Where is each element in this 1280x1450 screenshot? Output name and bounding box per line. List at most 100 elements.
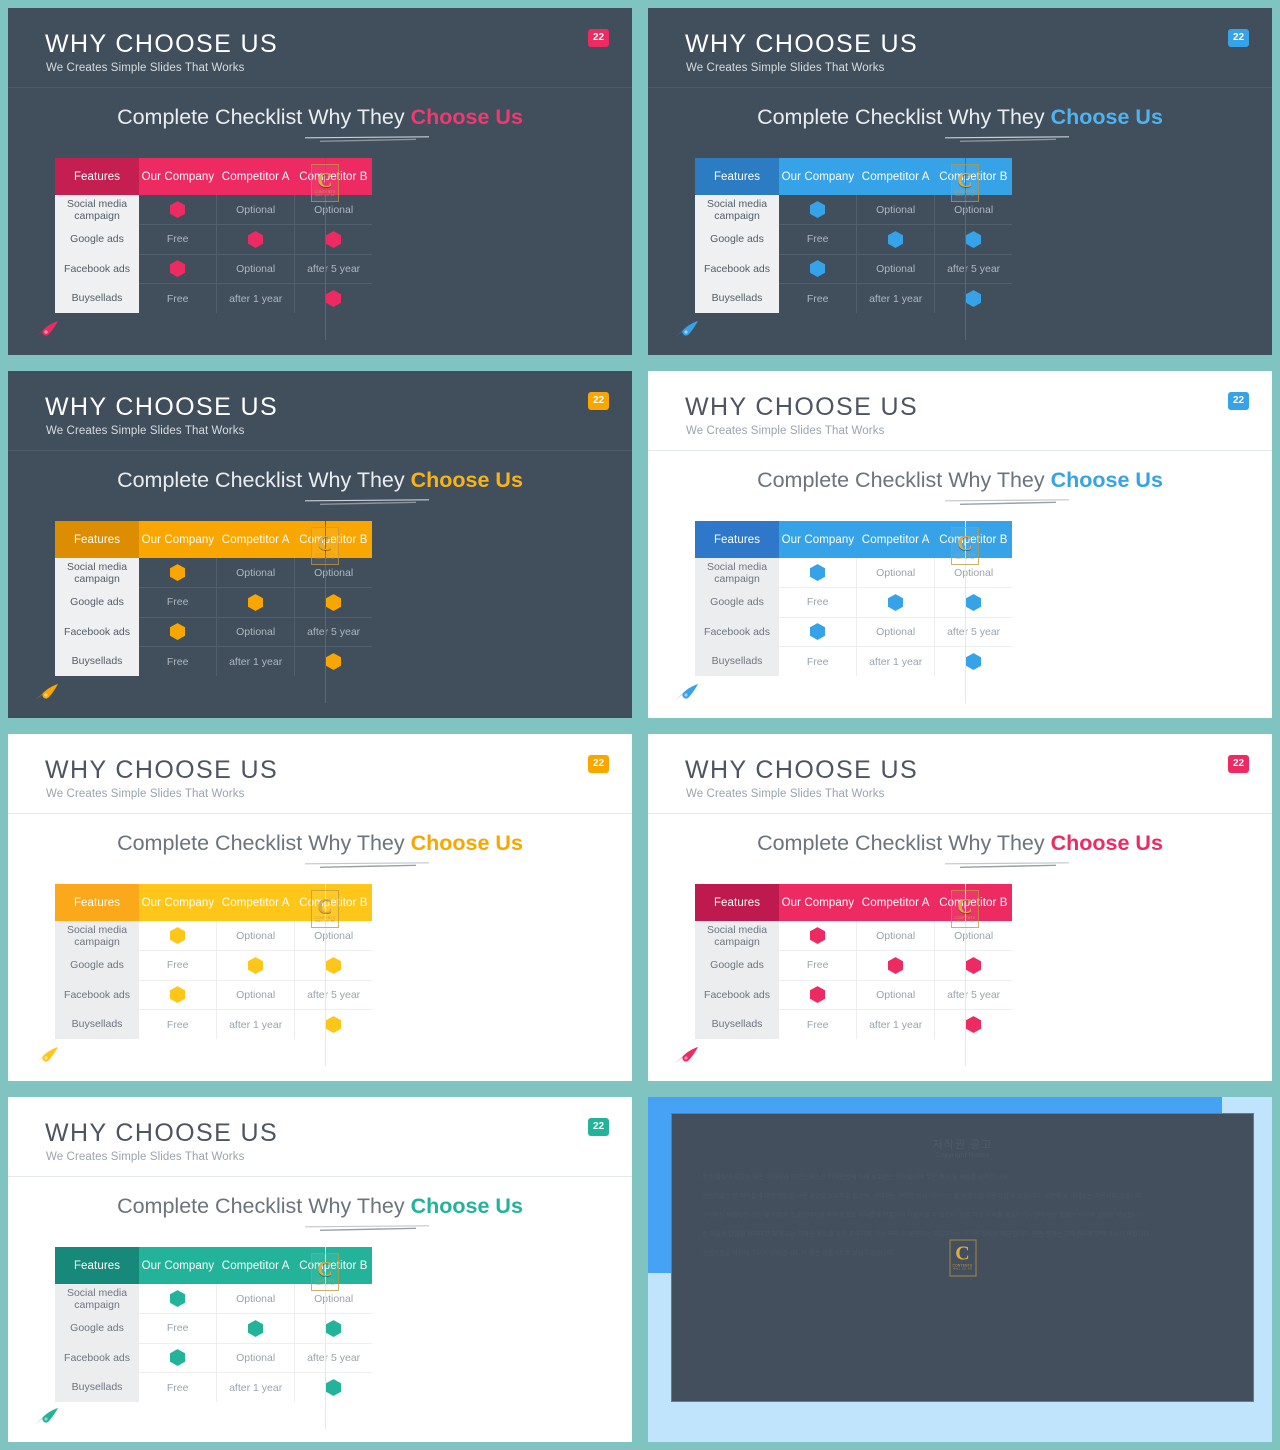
table-header-our-company: Our Company xyxy=(779,884,857,921)
hexagon-check-icon xyxy=(326,956,342,974)
table-header-competitor-b: Competitor B xyxy=(934,158,1013,195)
slide-header: WHY CHOOSE US We Creates Simple Slides Th… xyxy=(8,371,632,451)
table-cell xyxy=(139,558,218,588)
table-header-competitor-b: Competitor B xyxy=(934,884,1013,921)
section-title-accent: Choose Us xyxy=(410,468,523,492)
column-guide-line xyxy=(325,521,326,703)
section-title-accent: Choose Us xyxy=(1050,105,1163,129)
table-cell xyxy=(139,253,218,284)
page-title: WHY CHOOSE US xyxy=(685,30,919,58)
hexagon-check-icon xyxy=(170,1349,186,1367)
copyright-watermark-logo: C CONTENTS MALL .CO .KR xyxy=(949,1239,976,1276)
table-cell xyxy=(294,1372,373,1402)
table-header-our-company: Our Company xyxy=(139,521,217,558)
thumbnail-cell[interactable]: WHY CHOOSE US We Creates Simple Slides Th… xyxy=(0,1089,640,1450)
table-header-features: Features xyxy=(55,1247,140,1284)
table-cell xyxy=(934,950,1013,980)
thumbnail-cell-copyright[interactable]: 저작권 공고 Copyright Notice 본 템플릿에 포함된 모든 이미지와… xyxy=(640,1089,1280,1450)
section-title-underline xyxy=(944,856,1070,868)
slide-pink-dark[interactable]: WHY CHOOSE US We Creates Simple Slides Th… xyxy=(8,8,632,355)
section-title-plain: Complete Checklist Why They xyxy=(757,468,1051,492)
section-title-underline xyxy=(304,856,430,868)
thumbnail-cell[interactable]: WHY CHOOSE US We Creates Simple Slides Th… xyxy=(0,726,640,1089)
column-guide-line xyxy=(325,884,326,1066)
watermark-line2: MALL .CO .KR xyxy=(953,1267,972,1271)
page-title: WHY CHOOSE US xyxy=(45,1119,279,1147)
thumbnail-cell[interactable]: WHY CHOOSE US We Creates Simple Slides Th… xyxy=(640,726,1280,1089)
section-title: Complete Checklist Why They Choose Us xyxy=(8,105,632,130)
section-title-plain: Complete Checklist Why They xyxy=(117,831,411,855)
table-cell: Optional xyxy=(216,616,295,647)
table-cell-feature: Google ads xyxy=(695,587,780,617)
brush-underline-icon xyxy=(305,136,429,142)
section-title-underline xyxy=(304,130,430,142)
table-header-competitor-a: Competitor A xyxy=(856,158,935,195)
table-cell xyxy=(216,587,295,617)
table-cell-feature: Facebook ads xyxy=(55,1343,140,1373)
hexagon-check-icon xyxy=(326,290,342,307)
table-cell: after 5 year xyxy=(934,979,1013,1010)
table-cell: after 5 year xyxy=(934,253,1013,284)
table-header-features: Features xyxy=(695,521,780,558)
table-cell-feature: Facebook ads xyxy=(695,617,780,647)
slide-teal-light[interactable]: WHY CHOOSE US We Creates Simple Slides Th… xyxy=(8,1097,632,1442)
hexagon-check-icon xyxy=(248,1319,264,1337)
hexagon-check-icon xyxy=(810,564,826,581)
pen-nib-decoration xyxy=(32,682,60,702)
table-cell xyxy=(294,950,373,980)
table-cell-feature: Buysellads xyxy=(55,283,140,313)
table-cell xyxy=(139,921,218,951)
table-cell: Free xyxy=(779,1009,858,1039)
thumbnail-cell[interactable]: WHY CHOOSE US We Creates Simple Slides Th… xyxy=(640,0,1280,363)
table-cell: Free xyxy=(779,646,858,676)
hexagon-check-icon xyxy=(966,290,982,307)
hexagon-check-icon xyxy=(248,593,264,611)
copyright-paragraph: 본 템플릿에 포함된 모든 이미지와 디자인 요소는 저작권법에 의해 보호받는… xyxy=(702,1174,1009,1181)
table-cell: Optional xyxy=(314,929,354,942)
table-cell xyxy=(294,224,373,254)
brush-underline-icon xyxy=(945,499,1069,505)
section-title: Complete Checklist Why They Choose Us xyxy=(648,831,1272,856)
section-title: Complete Checklist Why They Choose Us xyxy=(8,831,632,856)
hexagon-check-icon xyxy=(810,927,826,944)
pen-nib-decoration xyxy=(672,1045,700,1065)
hexagon-check-icon xyxy=(326,593,342,611)
table-cell-feature: Buysellads xyxy=(695,646,780,676)
slide-blue-dark[interactable]: WHY CHOOSE US We Creates Simple Slides Th… xyxy=(648,8,1272,355)
hexagon-check-icon xyxy=(170,564,186,581)
table-cell xyxy=(139,1342,218,1373)
thumbnail-cell[interactable]: WHY CHOOSE US We Creates Simple Slides Th… xyxy=(0,363,640,726)
table-cell: after 1 year xyxy=(216,646,295,676)
slide-blue-light[interactable]: WHY CHOOSE US We Creates Simple Slides Th… xyxy=(648,371,1272,718)
slide-yellow-light[interactable]: WHY CHOOSE US We Creates Simple Slides Th… xyxy=(8,734,632,1081)
thumbnail-cell[interactable]: WHY CHOOSE US We Creates Simple Slides Th… xyxy=(0,0,640,363)
table-cell-feature: Buysellads xyxy=(55,646,140,676)
table-cell: Free xyxy=(139,1372,218,1402)
copyright-subtitle: Copyright Notice xyxy=(935,1152,990,1159)
table-cell-feature: Buysellads xyxy=(695,1009,780,1039)
copyright-panel: 저작권 공고 Copyright Notice 본 템플릿에 포함된 모든 이미지와… xyxy=(671,1113,1254,1402)
table-cell xyxy=(294,587,373,617)
table-cell: Optional xyxy=(216,979,295,1010)
table-header-competitor-a: Competitor A xyxy=(216,884,295,921)
table-cell: Optional xyxy=(954,929,994,942)
table-cell: Optional xyxy=(216,1342,295,1373)
table-cell xyxy=(139,616,218,647)
table-cell xyxy=(294,1313,373,1343)
thumbnail-cell[interactable]: WHY CHOOSE US We Creates Simple Slides Th… xyxy=(640,363,1280,726)
page-subtitle: We Creates Simple Slides That Works xyxy=(46,62,245,74)
table-cell-feature: Google ads xyxy=(55,950,140,980)
hexagon-check-icon xyxy=(170,927,186,944)
table-cell-feature: Social media campaign xyxy=(55,921,140,951)
slide-orange-dark[interactable]: WHY CHOOSE US We Creates Simple Slides Th… xyxy=(8,371,632,718)
table-cell: Optional xyxy=(314,203,354,216)
slide-pink-light[interactable]: WHY CHOOSE US We Creates Simple Slides Th… xyxy=(648,734,1272,1081)
section-title-accent: Choose Us xyxy=(410,1194,523,1218)
pen-nib-decoration xyxy=(672,319,700,339)
column-guide-line xyxy=(965,884,966,1066)
page-number-badge: 22 xyxy=(1228,755,1249,773)
page-subtitle: We Creates Simple Slides That Works xyxy=(46,1151,245,1163)
table-cell: Optional xyxy=(216,253,295,284)
table-cell-feature: Facebook ads xyxy=(55,254,140,284)
page-subtitle: We Creates Simple Slides That Works xyxy=(46,425,245,437)
